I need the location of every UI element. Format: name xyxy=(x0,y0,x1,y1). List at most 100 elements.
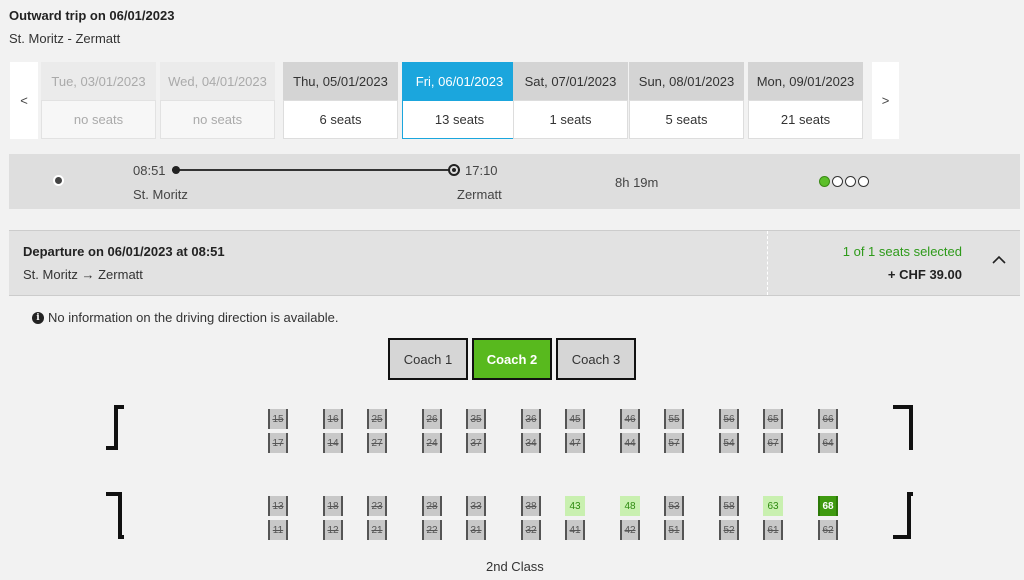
date-tab[interactable]: Sat, 07/01/2023 1 seats xyxy=(513,62,628,139)
duration: 8h 19m xyxy=(615,175,659,190)
seat: 24 xyxy=(422,433,442,453)
divider xyxy=(767,231,768,295)
seat: 52 xyxy=(719,520,739,540)
seat-count: 1 seats xyxy=(513,100,628,139)
date-tab[interactable]: Fri, 06/01/2023 13 seats xyxy=(402,62,517,139)
occupancy-dot xyxy=(858,176,869,187)
departure-station: St. Moritz xyxy=(133,187,188,202)
info-message: i No information on the driving directio… xyxy=(32,310,339,325)
door-icon xyxy=(893,405,913,450)
route-start-icon xyxy=(172,166,180,174)
seat: 16 xyxy=(323,409,343,429)
seat: 51 xyxy=(664,520,684,540)
seat[interactable]: 63 xyxy=(763,496,783,516)
seat: 37 xyxy=(466,433,486,453)
seat: 32 xyxy=(521,520,541,540)
seat: 65 xyxy=(763,409,783,429)
door-icon xyxy=(893,492,913,539)
date-label: Tue, 03/01/2023 xyxy=(41,62,156,100)
coach-button[interactable]: Coach 3 xyxy=(556,338,636,380)
seat: 62 xyxy=(818,520,838,540)
seat-count: no seats xyxy=(160,100,275,139)
departure-time: 08:51 xyxy=(133,163,166,178)
coach-button[interactable]: Coach 1 xyxy=(388,338,468,380)
seat: 17 xyxy=(268,433,288,453)
seat-count: no seats xyxy=(41,100,156,139)
door-icon xyxy=(106,405,124,450)
seat: 26 xyxy=(422,409,442,429)
date-tab[interactable]: Thu, 05/01/2023 6 seats xyxy=(283,62,398,139)
prev-days-button[interactable]: < xyxy=(10,62,38,139)
seats-selected-text: 1 of 1 seats selected xyxy=(842,244,962,259)
seat: 47 xyxy=(565,433,585,453)
date-label: Wed, 04/01/2023 xyxy=(160,62,275,100)
seat: 57 xyxy=(664,433,684,453)
info-icon: i xyxy=(32,311,44,324)
class-label: 2nd Class xyxy=(486,559,544,574)
date-label: Sat, 07/01/2023 xyxy=(513,62,628,100)
chevron-up-icon[interactable] xyxy=(992,253,1006,267)
seat: 46 xyxy=(620,409,640,429)
seat: 36 xyxy=(521,409,541,429)
date-label: Mon, 09/01/2023 xyxy=(748,62,863,100)
seat: 18 xyxy=(323,496,343,516)
seat-count: 21 seats xyxy=(748,100,863,139)
occupancy-indicator xyxy=(819,176,869,187)
trip-title: Outward trip on 06/01/2023 xyxy=(9,8,175,23)
seat: 66 xyxy=(818,409,838,429)
seat: 21 xyxy=(367,520,387,540)
seat: 25 xyxy=(367,409,387,429)
seat: 27 xyxy=(367,433,387,453)
seat: 45 xyxy=(565,409,585,429)
date-label: Thu, 05/01/2023 xyxy=(283,62,398,100)
date-label: Sun, 08/01/2023 xyxy=(629,62,744,100)
departure-route: St. Moritz → Zermatt xyxy=(23,267,143,282)
seat: 38 xyxy=(521,496,541,516)
route-line xyxy=(172,169,460,171)
occupancy-dot xyxy=(845,176,856,187)
date-tab[interactable]: Mon, 09/01/2023 21 seats xyxy=(748,62,863,139)
seat: 67 xyxy=(763,433,783,453)
seat-count: 13 seats xyxy=(402,100,517,139)
info-text: No information on the driving direction … xyxy=(48,310,339,325)
date-label: Fri, 06/01/2023 xyxy=(402,62,517,100)
door-icon xyxy=(106,492,124,539)
date-tab[interactable]: Sun, 08/01/2023 5 seats xyxy=(629,62,744,139)
seat: 12 xyxy=(323,520,343,540)
seat: 13 xyxy=(268,496,288,516)
connection-radio[interactable] xyxy=(53,175,64,186)
trip-route: St. Moritz - Zermatt xyxy=(9,31,121,46)
seat: 11 xyxy=(268,520,288,540)
seat: 33 xyxy=(466,496,486,516)
seat[interactable]: 68 xyxy=(818,496,838,516)
seat: 53 xyxy=(664,496,684,516)
seat-count: 5 seats xyxy=(629,100,744,139)
seat: 22 xyxy=(422,520,442,540)
seat: 44 xyxy=(620,433,640,453)
seat: 64 xyxy=(818,433,838,453)
seat: 58 xyxy=(719,496,739,516)
coach-button[interactable]: Coach 2 xyxy=(472,338,552,380)
seat: 14 xyxy=(323,433,343,453)
seat: 15 xyxy=(268,409,288,429)
seat: 28 xyxy=(422,496,442,516)
arrival-station: Zermatt xyxy=(457,187,502,202)
seat[interactable]: 43 xyxy=(565,496,585,516)
date-tab: Tue, 03/01/2023 no seats xyxy=(41,62,156,139)
departure-panel: Departure on 06/01/2023 at 08:51 St. Mor… xyxy=(9,230,1020,296)
date-tab: Wed, 04/01/2023 no seats xyxy=(160,62,275,139)
seat: 56 xyxy=(719,409,739,429)
occupancy-dot xyxy=(832,176,843,187)
seat: 54 xyxy=(719,433,739,453)
seat: 23 xyxy=(367,496,387,516)
seat: 31 xyxy=(466,520,486,540)
seat-count: 6 seats xyxy=(283,100,398,139)
price: + CHF 39.00 xyxy=(887,267,962,282)
seat: 34 xyxy=(521,433,541,453)
connection-row[interactable]: 08:51 St. Moritz 17:10 Zermatt 8h 19m xyxy=(9,154,1020,209)
seat: 55 xyxy=(664,409,684,429)
next-days-button[interactable]: > xyxy=(872,62,899,139)
departure-title: Departure on 06/01/2023 at 08:51 xyxy=(23,244,225,259)
seat[interactable]: 48 xyxy=(620,496,640,516)
seat: 41 xyxy=(565,520,585,540)
